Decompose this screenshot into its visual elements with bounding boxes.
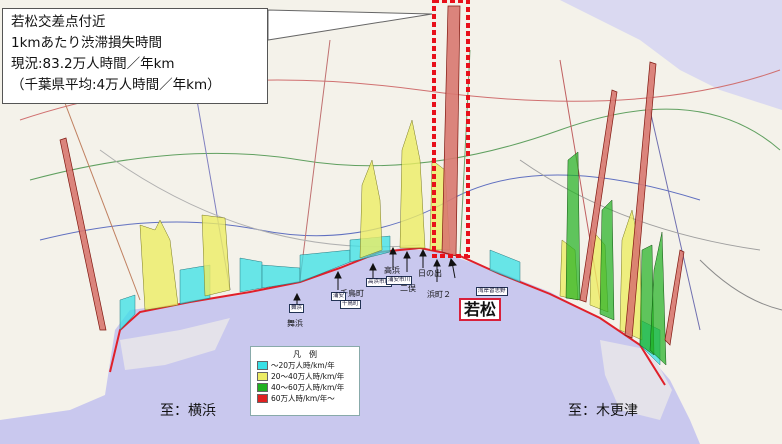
- legend-swatch-cyan: [257, 361, 268, 370]
- road-tag: 湾岸習志野: [476, 287, 508, 296]
- place-wakamatsu: 若松: [459, 298, 502, 321]
- callout-title: 若松交差点付近: [11, 14, 106, 30]
- callout-metric: 1kmあたり渋滞損失時間: [11, 35, 163, 51]
- place-maihama: 舞浜: [287, 319, 303, 328]
- place-hamacho2: 浜町２: [427, 290, 451, 299]
- legend-swatch-green: [257, 383, 268, 392]
- legend-title: 凡 例: [293, 350, 317, 359]
- callout-prefecture-average: （千葉県平均:4万人時間／年km）: [11, 77, 221, 93]
- map-figure: 若松交差点付近 1kmあたり渋滞損失時間 現況:83.2万人時間／年km （千葉…: [0, 0, 782, 444]
- legend-swatch-red: [257, 394, 268, 403]
- legend-item: ～20万人時/km/年: [251, 360, 359, 371]
- place-takahama: 高浜: [384, 266, 400, 275]
- legend-swatch-yellow: [257, 372, 268, 381]
- callout-current-value: 現況:83.2万人時間／年km: [11, 56, 175, 72]
- upper-bay: [560, 0, 782, 110]
- road-tag: 舞浜: [289, 304, 305, 313]
- place-hinode: 日の出: [418, 269, 442, 278]
- destination-kisarazu: 至：木更津: [568, 403, 638, 419]
- wakamatsu-callout: 若松交差点付近 1kmあたり渋滞損失時間 現況:83.2万人時間／年km （千葉…: [2, 8, 268, 104]
- map-legend: 凡 例 ～20万人時/km/年 20～40万人時/km/年 40～60万人時/k…: [250, 346, 360, 416]
- callout-pointer: [267, 9, 433, 41]
- road-tag: 千鳥町: [340, 300, 361, 309]
- legend-item: 60万人時/km/年～: [251, 393, 359, 404]
- road-tag: 浦安市川: [386, 276, 413, 285]
- legend-item: 20～40万人時/km/年: [251, 371, 359, 382]
- destination-yokohama: 至：横浜: [160, 403, 216, 419]
- legend-item: 40～60万人時/km/年: [251, 382, 359, 393]
